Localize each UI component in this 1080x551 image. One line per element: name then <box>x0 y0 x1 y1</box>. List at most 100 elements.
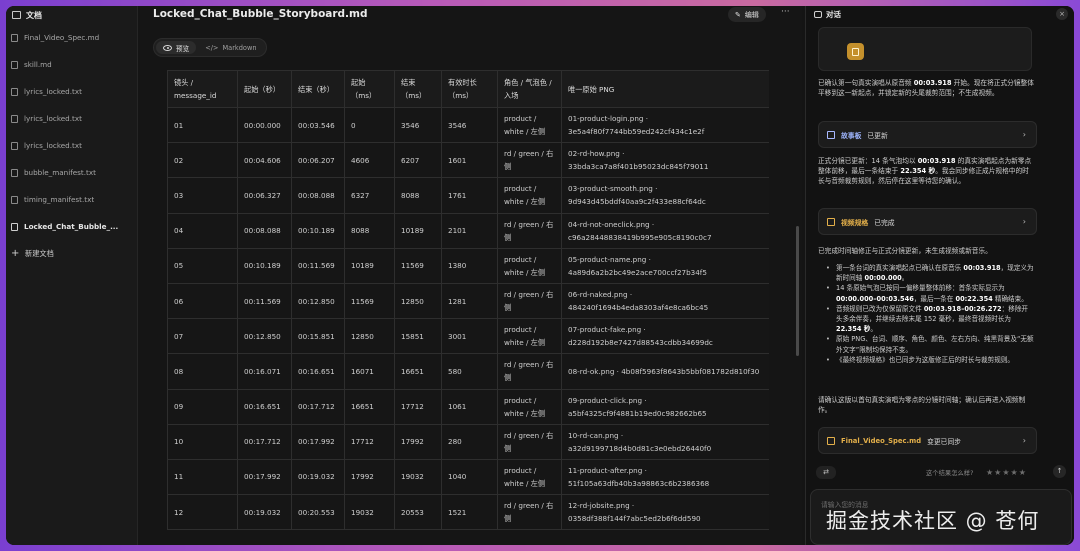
table-cell: 00:03.546 <box>291 106 345 144</box>
table-cell: 3546 <box>394 106 442 144</box>
more-options-button[interactable]: ··· <box>781 7 790 17</box>
code-icon: </> <box>205 43 219 52</box>
storyboard-table: 镜头 / message_id 起始（秒） 结束（秒） 起始 （ms） 结束 （… <box>167 70 769 531</box>
chat-message-3: 已完成时间轴修正与正式分镜更新，未生成视频或新音乐。 <box>818 247 992 255</box>
watermark: 掘金技术社区 @ 苍何 <box>826 509 1040 533</box>
header-start-ms: 起始 （ms） <box>344 70 395 108</box>
new-document-label: 新建文档 <box>25 248 54 258</box>
table-cell: 00:12.850 <box>237 318 292 355</box>
table-cell: 11569 <box>344 282 395 320</box>
chat-panel: 对话 × 已确认第一句真实演唱从原音频 00:03.918 开始。现在将正式分镜… <box>805 6 1074 545</box>
table-cell: 19032 <box>394 458 442 496</box>
sidebar-item-bubble-manifest[interactable]: bubble_manifest.txt <box>6 159 137 186</box>
table-cell: 01 <box>167 106 238 144</box>
table-row: 11 00:17.992 00:19.032 17992 19032 1040 produc… <box>167 458 769 496</box>
table-row: 09 00:16.651 00:17.712 16651 17712 1061 produc… <box>167 388 769 425</box>
table-header-row: 镜头 / message_id 起始（秒） 结束（秒） 起始 （ms） 结束 （… <box>167 70 769 108</box>
header-png: 唯一原始 PNG <box>561 70 769 108</box>
table-cell: product / white / 左侧 <box>497 106 562 144</box>
table-row: 12 00:19.032 00:20.553 19032 20553 1521rd / g… <box>167 494 769 531</box>
table-row: 03 00:06.327 00:08.088 6327 8088 1761 product … <box>167 177 769 214</box>
table-cell: 00:08.088 <box>237 212 292 249</box>
chat-message-2: 正式分镜已更新：14 条气泡均以 00:03.918 的真实演唱起点为新零点整体… <box>818 156 1034 187</box>
tab-markdown[interactable]: </> Markdown <box>198 41 263 54</box>
table-cell: 20553 <box>394 494 442 531</box>
sidebar-item-label: Locked_Chat_Bubble_... <box>24 222 119 231</box>
attachment-card[interactable] <box>818 27 1032 71</box>
table-cell: 6207 <box>394 142 442 179</box>
final-spec-card[interactable]: Final_Video_Spec.md 变更已同步 › <box>818 427 1037 454</box>
table-cell: 00:16.651 <box>237 388 292 425</box>
table-cell: product / white / 左侧 <box>497 177 562 214</box>
table-cell: 8088 <box>394 177 442 214</box>
table-cell: 3001 <box>441 318 498 355</box>
chevron-right-icon: › <box>1022 130 1026 139</box>
rating-stars[interactable]: ★★★★★ <box>986 468 1027 477</box>
document-icon <box>11 33 18 42</box>
view-mode-tabs: 预览 </> Markdown <box>153 38 267 57</box>
table-cell: 02 <box>167 142 238 179</box>
table-cell: 15851 <box>394 318 442 355</box>
tab-preview[interactable]: 预览 <box>156 41 197 54</box>
table-cell: 16651 <box>394 353 442 390</box>
sidebar-item-storyboard[interactable]: Locked_Chat_Bubble_... <box>6 213 137 240</box>
sidebar-item-lyrics-1[interactable]: lyrics_locked.txt <box>6 78 137 105</box>
video-spec-card[interactable]: 视频规格 已完成 › <box>818 208 1037 235</box>
sidebar-item-final-video-spec[interactable]: Final_Video_Spec.md <box>6 24 137 51</box>
table-cell: 04-rd-not-oneclick.png · c96a28448838419… <box>561 212 769 249</box>
table-cell: 05-product-name.png · 4a89d6a2b2bc49e2ac… <box>561 247 769 284</box>
card-status: 已更新 <box>867 131 888 140</box>
feedback-bar: ⇄ 这个结果怎么样? ★★★★★ ↑ <box>816 465 1066 479</box>
table-cell: 3546 <box>441 106 498 144</box>
edit-label: 编辑 <box>744 10 759 19</box>
table-cell: 06 <box>167 282 238 320</box>
sidebar-item-lyrics-3[interactable]: lyrics_locked.txt <box>6 132 137 159</box>
chevron-right-icon: › <box>1022 217 1026 226</box>
table-cell: 08-rd-ok.png · 4b08f5963f8643b5bbf081782… <box>561 353 769 390</box>
table-cell: 07-product-fake.png · d228d192b8e7427d88… <box>561 318 769 355</box>
document-icon <box>11 60 18 69</box>
scroll-top-button[interactable]: ↑ <box>1053 465 1066 478</box>
table-cell: 10 <box>167 423 238 460</box>
card-name: 视频规格 <box>841 218 869 227</box>
tab-preview-label: 预览 <box>176 44 190 53</box>
scrollbar-thumb[interactable] <box>796 226 799 356</box>
sidebar-item-skill[interactable]: skill.md <box>6 51 137 78</box>
table-cell: 02-rd-how.png · 33bda3ca7a8f401b95023dc8… <box>561 142 769 179</box>
table-cell: 1521 <box>441 494 498 531</box>
table-cell: 09-product-click.png · a5bf4325cf9f4881b… <box>561 388 769 425</box>
table-cell: 00:10.189 <box>291 212 345 249</box>
share-button[interactable]: ⇄ <box>816 465 836 479</box>
chevron-right-icon: › <box>1022 436 1026 445</box>
table-cell: 10-rd-can.png · a32d9199718d4b0d81c3e0eb… <box>561 423 769 460</box>
table-cell: 00:17.992 <box>291 423 345 460</box>
list-item: 14 条原始气泡已按同一偏移量整体前移：首条实际显示为 00:00.000–00… <box>826 283 1034 303</box>
list-item: 第一条台词的真实演唱起点已确认在原音乐 00:03.918，现定义为新时间轴 0… <box>826 263 1034 283</box>
sidebar-item-timing-manifest[interactable]: timing_manifest.txt <box>6 186 137 213</box>
table-cell: 8088 <box>344 212 395 249</box>
table-cell: 00:06.207 <box>291 142 345 179</box>
card-name: Final_Video_Spec.md <box>841 436 922 445</box>
table-cell: 11-product-after.png · 51f105a63dfb40b3a… <box>561 458 769 496</box>
table-row: 08 00:16.071 00:16.651 16071 16651 580rd / gr… <box>167 353 769 390</box>
table-row: 01 00:00.000 00:03.546 0 3546 3546 product / w… <box>167 106 769 144</box>
table-cell: 08 <box>167 353 238 390</box>
sidebar-item-label: lyrics_locked.txt <box>24 114 82 123</box>
table-cell: 0 <box>344 106 395 144</box>
document-icon <box>847 43 864 60</box>
table-cell: 6327 <box>344 177 395 214</box>
table-cell: 00:17.712 <box>291 388 345 425</box>
new-document-button[interactable]: + 新建文档 <box>6 240 137 267</box>
table-row: 07 00:12.850 00:15.851 12850 15851 3001 produc… <box>167 318 769 355</box>
chat-message-1: 已确认第一句真实演唱从原音频 00:03.918 开始。现在将正式分镜整体平移到… <box>818 78 1034 98</box>
storyboard-card[interactable]: 故事板 已更新 › <box>818 121 1037 148</box>
list-item: 原始 PNG、台词、顺序、角色、颜色、左右方向、纯黑背景及“无额外文字”限制均保… <box>826 334 1034 354</box>
sidebar-item-lyrics-2[interactable]: lyrics_locked.txt <box>6 105 137 132</box>
table-cell: 05 <box>167 247 238 284</box>
sidebar-item-label: lyrics_locked.txt <box>24 141 82 150</box>
close-chat-button[interactable]: × <box>1056 8 1068 20</box>
edit-button[interactable]: ✎ 编辑 <box>728 7 766 22</box>
table-cell: 11 <box>167 458 238 496</box>
sidebar: 文档 Final_Video_Spec.md skill.md lyrics_l… <box>6 6 138 545</box>
table-cell: 00:17.712 <box>237 423 292 460</box>
